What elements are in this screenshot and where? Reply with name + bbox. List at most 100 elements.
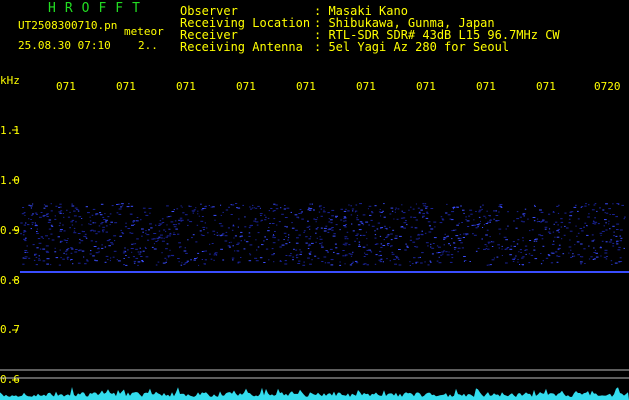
noise-speck (329, 219, 333, 221)
noise-speck (248, 227, 251, 229)
noise-speck (187, 224, 189, 226)
noise-speck (425, 217, 429, 219)
noise-speck (544, 226, 548, 228)
noise-speck (295, 229, 298, 231)
noise-speck (390, 207, 394, 209)
noise-speck (82, 231, 85, 233)
noise-speck (383, 216, 386, 218)
noise-speck (345, 208, 347, 210)
noise-speck (505, 248, 509, 250)
noise-speck (311, 259, 313, 261)
noise-speck (484, 244, 487, 246)
noise-speck (100, 203, 104, 205)
noise-speck (89, 253, 92, 255)
noise-speck (613, 235, 615, 237)
noise-speck (213, 254, 216, 256)
noise-speck (344, 244, 347, 246)
noise-speck (169, 233, 172, 235)
noise-speck (131, 224, 134, 226)
noise-speck (142, 231, 144, 233)
noise-speck (197, 210, 199, 212)
noise-speck (623, 218, 625, 220)
noise-speck (66, 249, 69, 251)
noise-speck (603, 225, 605, 227)
noise-speck (31, 224, 34, 226)
noise-speck (330, 259, 334, 261)
noise-speck (586, 225, 588, 227)
noise-speck (35, 256, 38, 258)
noise-speck (213, 233, 216, 235)
noise-speck (240, 257, 242, 258)
noise-speck (383, 225, 386, 227)
noise-speck (222, 211, 224, 213)
noise-speck (268, 210, 270, 212)
noise-speck (615, 235, 618, 237)
noise-speck (320, 244, 323, 246)
noise-speck (378, 259, 382, 261)
noise-speck (344, 236, 348, 238)
noise-speck (486, 264, 489, 266)
noise-speck (564, 225, 566, 227)
noise-speck (244, 226, 247, 228)
noise-speck (430, 208, 434, 209)
noise-speck (80, 240, 84, 242)
noise-speck (280, 207, 282, 209)
noise-speck (433, 237, 437, 239)
noise-speck (30, 219, 32, 220)
noise-speck (328, 218, 330, 219)
noise-speck (459, 234, 462, 236)
noise-speck (374, 234, 377, 236)
noise-speck (67, 258, 69, 260)
noise-speck (267, 230, 270, 232)
noise-speck (178, 261, 180, 263)
noise-speck (403, 222, 407, 224)
noise-speck (344, 220, 347, 222)
noise-speck (498, 247, 500, 249)
noise-speck (191, 237, 193, 239)
noise-speck (175, 224, 177, 226)
noise-speck (204, 222, 206, 224)
noise-speck (391, 251, 394, 253)
noise-speck (180, 205, 182, 207)
noise-speck (81, 250, 85, 252)
noise-speck (130, 205, 134, 207)
noise-speck (59, 249, 61, 251)
noise-speck (398, 258, 400, 260)
noise-speck (126, 206, 130, 208)
noise-speck (345, 224, 347, 225)
noise-speck (64, 250, 68, 252)
noise-speck (422, 203, 425, 205)
noise-speck (236, 243, 239, 245)
noise-speck (218, 234, 220, 236)
noise-speck (483, 248, 486, 250)
noise-speck (204, 206, 207, 208)
noise-speck (528, 262, 531, 264)
noise-speck (184, 214, 188, 216)
noise-speck (71, 205, 75, 207)
noise-speck (613, 231, 615, 233)
noise-speck (291, 227, 295, 229)
noise-speck (232, 245, 234, 247)
noise-speck (427, 264, 430, 266)
noise-speck (89, 223, 92, 225)
noise-speck (172, 224, 175, 226)
noise-speck (166, 224, 168, 226)
noise-speck (454, 229, 457, 231)
noise-speck (580, 256, 582, 258)
noise-speck (366, 264, 369, 266)
noise-speck (450, 254, 454, 256)
noise-speck (424, 261, 426, 263)
noise-speck (577, 210, 579, 212)
noise-speck (295, 242, 299, 244)
noise-speck (389, 260, 391, 262)
noise-speck (135, 248, 138, 250)
noise-speck (216, 232, 218, 234)
noise-speck (568, 218, 571, 220)
noise-speck (451, 238, 453, 240)
noise-speck (266, 239, 268, 240)
noise-speck (268, 259, 270, 261)
noise-speck (216, 234, 218, 236)
noise-speck (271, 223, 275, 224)
noise-speck (203, 250, 206, 252)
noise-speck (358, 229, 362, 231)
